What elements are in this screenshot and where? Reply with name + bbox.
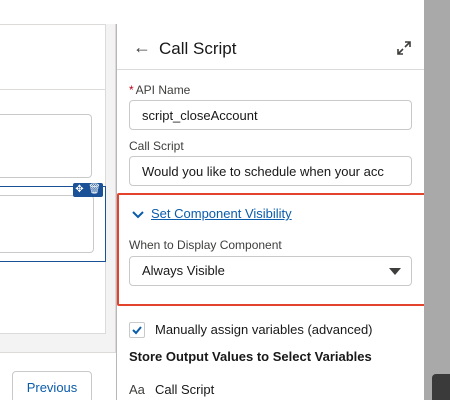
panel-title: Call Script	[159, 39, 237, 58]
call-script-label: Call Script	[129, 139, 184, 153]
move-icon[interactable]: ✥	[75, 183, 83, 197]
component-toolbar: ✥ 🗑	[73, 183, 103, 197]
select-value: Always Visible	[142, 263, 225, 278]
selected-component-body	[0, 195, 94, 253]
flow-canvas: ✥ 🗑 Previous	[0, 0, 116, 400]
output-field-label: Call Script	[155, 382, 215, 397]
set-component-visibility-link[interactable]: Set Component Visibility	[151, 205, 292, 223]
arrow-left-icon[interactable]: ←	[133, 38, 151, 56]
chevron-down-icon[interactable]	[132, 209, 144, 221]
trash-icon[interactable]: 🗑	[88, 183, 101, 197]
api-name-input[interactable]	[129, 100, 412, 130]
call-script-input[interactable]	[129, 156, 412, 186]
panel-header: ← Call Script	[117, 0, 424, 70]
api-name-label: * API Name	[129, 83, 191, 97]
manual-assign-label: Manually assign variables (advanced)	[155, 322, 373, 337]
selected-canvas-component[interactable]: ✥ 🗑	[0, 183, 106, 262]
background-edge	[424, 0, 450, 400]
manual-assign-checkbox[interactable]	[129, 322, 145, 338]
store-output-heading: Store Output Values to Select Variables	[129, 349, 372, 364]
when-to-display-select[interactable]: Always Visible	[129, 256, 412, 286]
screen-card	[0, 24, 106, 334]
properties-panel: ← Call Script *API Name Call Script Set …	[117, 0, 430, 400]
canvas-component[interactable]	[0, 114, 92, 178]
caret-down-icon	[389, 268, 401, 275]
checkmark-icon	[132, 326, 142, 335]
card-divider	[0, 89, 106, 90]
text-type-icon: Aa	[129, 382, 145, 397]
required-indicator: *	[129, 83, 134, 97]
when-to-display-label: When to Display Component	[129, 238, 282, 252]
component-visibility-section: Set Component Visibility When to Display…	[117, 193, 430, 306]
previous-button[interactable]: Previous	[12, 371, 92, 400]
expand-icon[interactable]	[396, 40, 412, 56]
corner-widget[interactable]	[432, 374, 450, 400]
